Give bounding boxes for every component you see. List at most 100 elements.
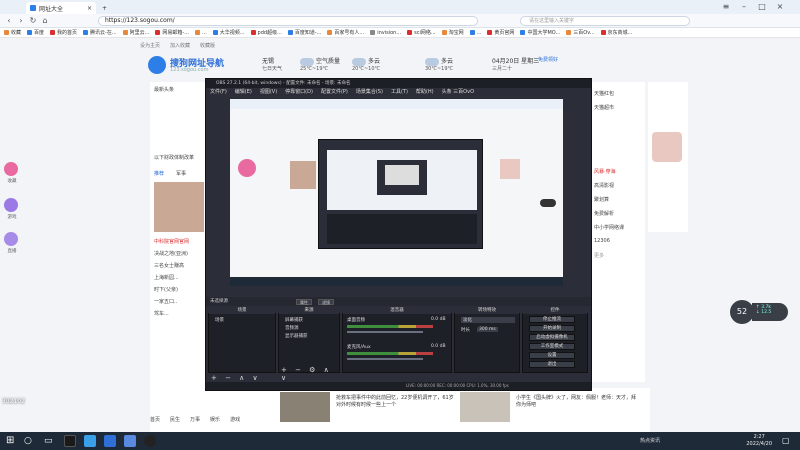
- obs-menu-item[interactable]: 视图(V): [260, 88, 277, 96]
- source-dock-controls[interactable]: + − ⚙ ∧ ∨: [281, 366, 339, 382]
- volume-slider[interactable]: [347, 358, 423, 360]
- obs-menu-item[interactable]: 编辑(E): [235, 88, 252, 96]
- obs-menu-item[interactable]: 工具(T): [391, 88, 408, 96]
- subnav-item[interactable]: 收藏版: [200, 42, 215, 49]
- news-link[interactable]: 三名女士赚高: [154, 262, 184, 269]
- footer-tab[interactable]: 首页: [150, 416, 160, 423]
- scene-dock-controls[interactable]: + − ∧ ∨: [211, 374, 261, 382]
- bookmark-item[interactable]: pdd超级...: [250, 29, 282, 36]
- game-icon[interactable]: [4, 198, 18, 212]
- right-link[interactable]: 免费解析: [594, 210, 614, 217]
- speed-badge[interactable]: 52: [730, 300, 754, 324]
- footer-tab[interactable]: 民生: [170, 416, 180, 423]
- news-tab-recommend[interactable]: 推荐: [154, 170, 164, 177]
- obs-menu-item[interactable]: 停靠窗口(D): [285, 88, 313, 96]
- bookmark-item[interactable]: 三百Ov...: [566, 29, 595, 36]
- live-icon[interactable]: [4, 232, 18, 246]
- obs-window[interactable]: OBS 27.2.1 (64-bit, windows) - 配置文件: 未命名…: [205, 78, 592, 391]
- properties-button[interactable]: 属性: [296, 299, 312, 305]
- search-input[interactable]: 请在这里输入关键字: [520, 16, 690, 26]
- edge-icon[interactable]: [84, 435, 96, 447]
- right-link[interactable]: 高清影视: [594, 182, 614, 189]
- studio-mode-button[interactable]: 工作室模式: [529, 343, 575, 350]
- filters-button[interactable]: 滤镜: [318, 299, 334, 305]
- ad-panel[interactable]: [648, 82, 688, 232]
- browser-tab[interactable]: 网址大全 ×: [26, 2, 96, 14]
- news-thumbnail[interactable]: [460, 392, 510, 422]
- home-icon[interactable]: ⌂: [40, 16, 50, 26]
- transition-select[interactable]: 淡化: [461, 317, 515, 323]
- news-link[interactable]: 上海新园...: [154, 274, 179, 281]
- news-link[interactable]: 一家五口..: [154, 298, 177, 305]
- weather-air[interactable]: 空气质量 25℃~19℃: [300, 56, 340, 72]
- virtual-camera-button[interactable]: 启动虚拟摄像机: [529, 334, 575, 341]
- subnav-item[interactable]: 设为主页: [140, 42, 160, 49]
- maximize-icon[interactable]: □: [756, 2, 768, 12]
- obs-menu-item[interactable]: 配置文件(P): [321, 88, 348, 96]
- bookmark-item[interactable]: 阿里云...: [122, 29, 149, 36]
- right-link[interactable]: 中小学网络课: [594, 224, 624, 231]
- right-link[interactable]: 12306: [594, 238, 610, 244]
- bookmark-item[interactable]: 京东商城...: [600, 29, 632, 36]
- news-link[interactable]: 决战之地(亚洲): [154, 250, 188, 257]
- url-bar[interactable]: https://123.sogou.com/: [98, 16, 478, 26]
- more-link[interactable]: 更多: [594, 252, 604, 259]
- news-link[interactable]: 驾车...: [154, 310, 169, 317]
- obs-menu-item[interactable]: 场景集合(S): [356, 88, 383, 96]
- bookmark-item[interactable]: 腾讯云-在...: [83, 29, 117, 36]
- news-thumbnail[interactable]: [280, 392, 330, 422]
- taskbar-app-icon[interactable]: [64, 435, 76, 447]
- weather-widget[interactable]: 热点资讯: [640, 435, 680, 447]
- close-tab-icon[interactable]: ×: [87, 5, 92, 12]
- obs-icon[interactable]: [144, 435, 156, 447]
- subnav-item[interactable]: 加入收藏: [170, 42, 190, 49]
- back-icon[interactable]: ‹: [4, 16, 14, 26]
- bookmark-item[interactable]: 大华视频...: [212, 29, 245, 36]
- store-icon[interactable]: [124, 435, 136, 447]
- news-link[interactable]: 时下(父亲): [154, 286, 178, 293]
- start-icon[interactable]: ⊞: [6, 435, 18, 447]
- bookmark-item[interactable]: 我的首页: [50, 29, 77, 36]
- stop-streaming-button[interactable]: 停止推流: [529, 316, 575, 323]
- task-view-icon[interactable]: ▭: [44, 435, 56, 447]
- forward-icon[interactable]: ›: [16, 16, 26, 26]
- bookmark-item[interactable]: invision...: [370, 30, 401, 36]
- right-link[interactable]: 聚划算: [594, 196, 609, 203]
- bookmark-item[interactable]: 黄页官网: [487, 29, 514, 36]
- news-text[interactable]: 小学生《国头牌》火了，网友：佩服！老师：天才，拜你为师吧: [516, 394, 636, 408]
- obs-preview[interactable]: [230, 99, 563, 286]
- news-tab-military[interactable]: 军事: [176, 170, 186, 177]
- bookmark-item[interactable]: 中国大学MO...: [520, 29, 560, 36]
- source-item[interactable]: 音频源: [285, 325, 299, 331]
- favorites-icon[interactable]: [4, 162, 18, 176]
- bookmark-item[interactable]: sci网络...: [407, 29, 436, 36]
- close-window-icon[interactable]: ×: [774, 2, 786, 12]
- footer-tab[interactable]: 游戏: [230, 416, 240, 423]
- weather-day2[interactable]: 多云 20℃~10℃: [352, 56, 380, 72]
- bookmark-item[interactable]: 百度知道-...: [287, 29, 321, 36]
- bookmark-item[interactable]: 收藏: [4, 29, 21, 36]
- bookmark-item[interactable]: 百度: [27, 29, 44, 36]
- news-headline[interactable]: 以下财政体制改革: [154, 154, 194, 161]
- bookmark-item[interactable]: ...: [194, 30, 207, 36]
- source-item[interactable]: 屏幕捕获: [285, 317, 303, 323]
- bookmark-item[interactable]: 百家号有人...: [327, 29, 364, 36]
- search-icon[interactable]: ○: [24, 435, 36, 447]
- news-image[interactable]: [154, 182, 204, 232]
- footer-tab[interactable]: 娱乐: [210, 416, 220, 423]
- news-text[interactable]: 抢救车把事件中的此前回忆，22岁便机调开了，61岁对外时候有时候一些上一个: [336, 394, 456, 408]
- bookmark-item[interactable]: 淘宝网: [441, 29, 464, 36]
- duration-input[interactable]: 300 ms: [477, 327, 498, 332]
- menu-icon[interactable]: ≡: [720, 2, 732, 12]
- new-tab-button[interactable]: +: [98, 2, 110, 14]
- scene-item[interactable]: 场景: [215, 317, 224, 323]
- right-link[interactable]: 天猫红包: [594, 90, 614, 97]
- weather-day3[interactable]: 多云 30℃~19℃: [425, 56, 453, 72]
- weather-city[interactable]: 无锡 七日天气: [262, 56, 282, 72]
- taskbar-clock[interactable]: 2:27 2022/4/20: [746, 434, 772, 448]
- bookmark-item[interactable]: ...: [469, 30, 481, 36]
- footer-tab[interactable]: 万事: [190, 416, 200, 423]
- obs-menu-item[interactable]: 帮助(H): [416, 88, 434, 96]
- obs-menu-item[interactable]: 头条 三百OvO: [442, 88, 474, 96]
- start-recording-button[interactable]: 开始录制: [529, 325, 575, 332]
